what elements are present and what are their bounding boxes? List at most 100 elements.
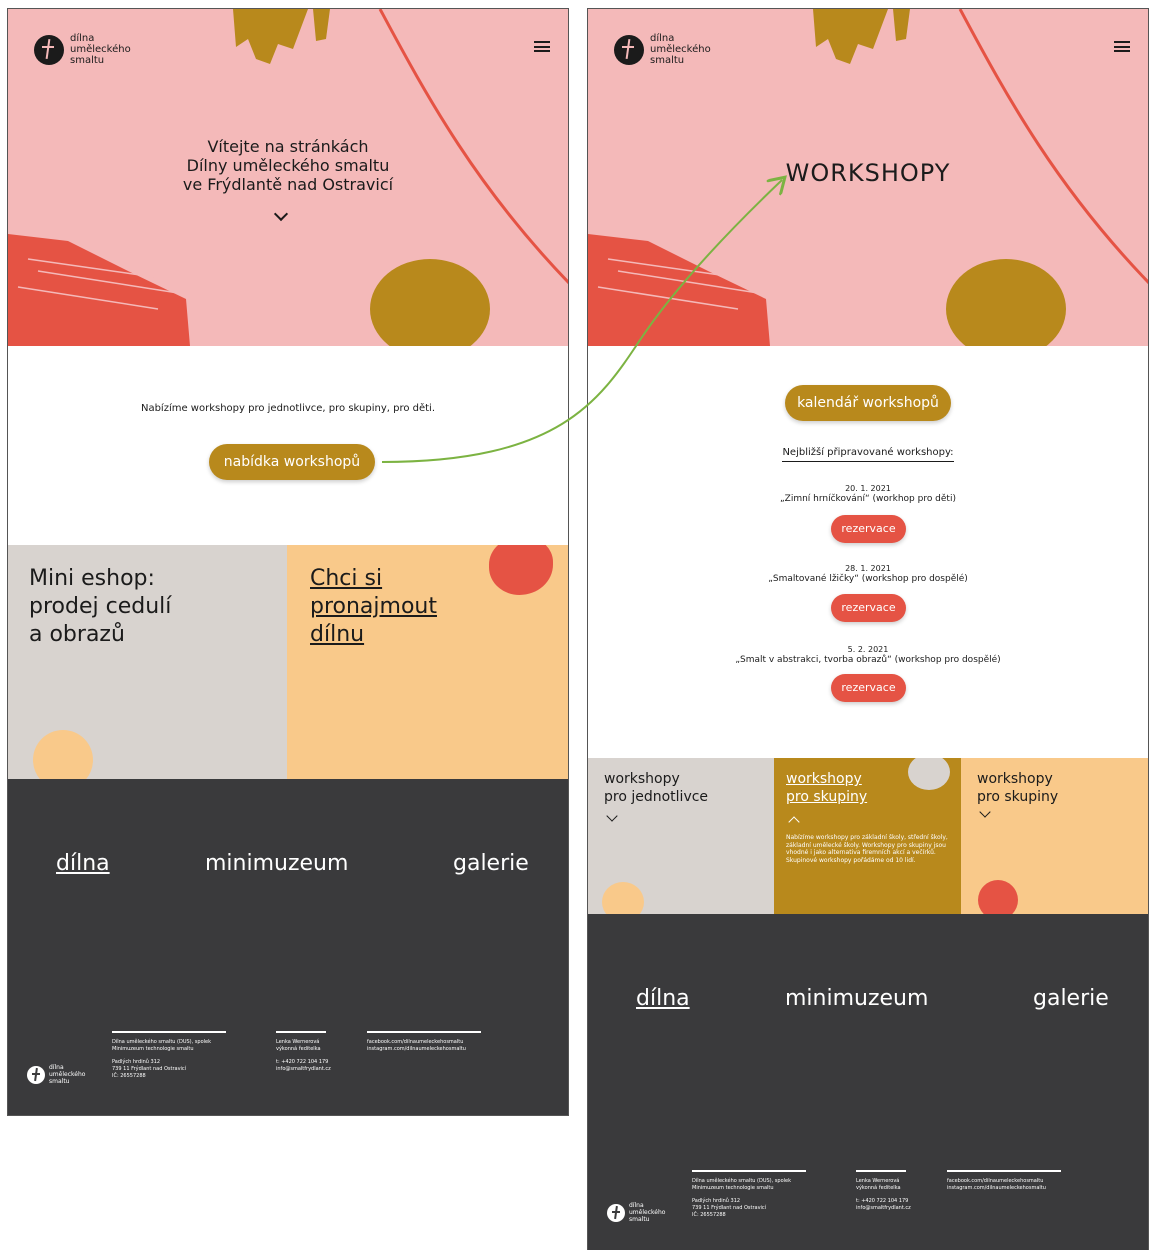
hero-title: Vítejte na stránkách Dílny uměleckého sm… bbox=[8, 137, 568, 194]
logo-icon bbox=[607, 1203, 625, 1222]
instagram-link[interactable]: instagram.com/dilnaumeleckehosmaltu bbox=[367, 1046, 481, 1053]
logo-line: uměleckého bbox=[650, 44, 711, 55]
tile-description: Nabízíme workshopy pro základní školy, s… bbox=[786, 834, 948, 864]
tile-title-line[interactable]: pronajmout bbox=[310, 593, 437, 621]
decor-blob bbox=[33, 730, 93, 779]
nav-link-galerie[interactable]: galerie bbox=[453, 851, 529, 876]
reservation-button[interactable]: rezervace bbox=[831, 594, 906, 622]
chevron-up-icon[interactable] bbox=[788, 816, 800, 828]
hero-title-line: Vítejte na stránkách bbox=[207, 137, 369, 156]
decor-blob bbox=[489, 545, 553, 595]
chevron-down-icon[interactable] bbox=[979, 806, 991, 818]
decor-blob bbox=[908, 758, 950, 790]
site-logo[interactable]: dílna uměleckého smaltu bbox=[614, 33, 711, 66]
tile-title-line: Mini eshop: bbox=[29, 566, 155, 591]
divider bbox=[947, 1170, 1061, 1172]
tile-title-line[interactable]: pro skupiny bbox=[786, 788, 867, 806]
logo-line: smaltu bbox=[650, 55, 685, 66]
logo-icon bbox=[614, 34, 644, 65]
workshop-item: 5. 2. 2021 „Smalt v abstrakci, tvorba ob… bbox=[588, 645, 1148, 665]
tile-mini-eshop[interactable]: Mini eshop: prodej cedulí a obrazů bbox=[8, 545, 287, 779]
decor-blob bbox=[602, 882, 644, 914]
reservation-button[interactable]: rezervace bbox=[831, 515, 906, 543]
footer-logo[interactable]: dílna uměleckého smaltu bbox=[27, 1064, 85, 1085]
tile-title-line[interactable]: workshopy bbox=[786, 770, 867, 788]
hero-title-line: Dílny uměleckého smaltu bbox=[186, 156, 390, 175]
footer-text: Dílna uměleckého smaltu (DUS), spolek bbox=[112, 1039, 212, 1045]
logo-line: dílna bbox=[650, 33, 675, 44]
reservation-button[interactable]: rezervace bbox=[831, 674, 906, 702]
hamburger-menu-icon[interactable] bbox=[534, 41, 550, 52]
workshop-date: 20. 1. 2021 bbox=[845, 484, 891, 493]
footer-phone[interactable]: t: +420 722 104 179 bbox=[856, 1198, 908, 1205]
footer-text: Lenka Wernerová bbox=[856, 1178, 900, 1184]
footer-column-social: facebook.com/dilnaumeleckehosmaltu insta… bbox=[947, 1170, 1061, 1192]
footer-text: 739 11 Frýdlant nad Ostravicí bbox=[692, 1205, 767, 1211]
logo-line: smaltu bbox=[49, 1078, 70, 1085]
workshop-date: 28. 1. 2021 bbox=[845, 564, 891, 573]
hero-title-line: ve Frýdlantě nad Ostravicí bbox=[182, 175, 394, 194]
upcoming-heading-text: Nejbližší připravované workshopy: bbox=[782, 447, 954, 462]
nav-link-galerie[interactable]: galerie bbox=[1033, 986, 1109, 1011]
workshops-screen: dílna uměleckého smaltu WORKSHOPY kalend… bbox=[587, 8, 1149, 1250]
logo-line: uměleckého bbox=[70, 44, 131, 55]
facebook-link[interactable]: facebook.com/dilnaumeleckehosmaltu bbox=[367, 1039, 481, 1046]
divider bbox=[856, 1170, 906, 1172]
logo-line: dílna bbox=[629, 1202, 644, 1209]
workshop-item: 28. 1. 2021 „Smaltované lžičky“ (worksho… bbox=[588, 564, 1148, 584]
instagram-link[interactable]: instagram.com/dilnaumeleckehosmaltu bbox=[947, 1185, 1061, 1192]
footer-text: 739 11 Frýdlant nad Ostravicí bbox=[112, 1066, 187, 1072]
footer-logo[interactable]: dílna uměleckého smaltu bbox=[607, 1202, 665, 1223]
hamburger-menu-icon[interactable] bbox=[1114, 41, 1130, 52]
site-logo[interactable]: dílna uměleckého smaltu bbox=[34, 33, 131, 66]
logo-icon bbox=[27, 1065, 45, 1084]
footer-section: dílna minimuzeum galerie dílna uměleckéh… bbox=[8, 779, 568, 1115]
offer-workshops-button[interactable]: nabídka workshopů bbox=[209, 444, 375, 480]
tile-workshops-groups-2[interactable]: workshopy pro skupiny bbox=[961, 758, 1148, 914]
footer-text: Minimuzeum technologie smaltu bbox=[112, 1046, 194, 1052]
workshop-name: „Zimní hrníčkování“ (workhop pro děti) bbox=[780, 494, 956, 504]
nav-link-dilna[interactable]: dílna bbox=[636, 986, 690, 1011]
tile-title-line: workshopy bbox=[977, 771, 1053, 787]
intro-text: Nabízíme workshopy pro jednotlivce, pro … bbox=[140, 403, 436, 414]
footer-text: Minimuzeum technologie smaltu bbox=[692, 1185, 774, 1191]
tile-title-line[interactable]: dílnu bbox=[310, 621, 437, 649]
footer-text: Dílna uměleckého smaltu (DUS), spolek bbox=[692, 1178, 792, 1184]
logo-line: dílna bbox=[70, 33, 95, 44]
logo-line: smaltu bbox=[70, 55, 105, 66]
tile-title-line: pro jednotlivce bbox=[604, 789, 709, 805]
facebook-link[interactable]: facebook.com/dilnaumeleckehosmaltu bbox=[947, 1178, 1061, 1185]
divider bbox=[692, 1170, 806, 1172]
tile-rent-workshop[interactable]: Chci si pronajmout dílnu bbox=[287, 545, 568, 779]
footer-text: IČ: 26557288 bbox=[692, 1212, 726, 1218]
footer-column-address: Dílna uměleckého smaltu (DUS), spolek Mi… bbox=[692, 1170, 806, 1219]
calendar-button[interactable]: kalendář workshopů bbox=[785, 385, 951, 421]
tile-title-line: workshopy bbox=[604, 771, 680, 787]
logo-line: uměleckého bbox=[49, 1071, 86, 1078]
nav-link-minimuzeum[interactable]: minimuzeum bbox=[205, 851, 348, 876]
hero-section: dílna uměleckého smaltu Vítejte na strán… bbox=[8, 9, 568, 346]
logo-icon bbox=[34, 34, 64, 65]
footer-column-address: Dílna uměleckého smaltu (DUS), spolek Mi… bbox=[112, 1031, 226, 1080]
nav-link-dilna[interactable]: dílna bbox=[56, 851, 110, 876]
footer-phone[interactable]: t: +420 722 104 179 bbox=[276, 1059, 328, 1066]
page-title: WORKSHOPY bbox=[785, 159, 951, 187]
footer-text: Padlých hrdinů 312 bbox=[112, 1059, 161, 1065]
hero-section: dílna uměleckého smaltu WORKSHOPY bbox=[588, 9, 1148, 346]
nav-link-minimuzeum[interactable]: minimuzeum bbox=[785, 986, 928, 1011]
tile-workshops-groups[interactable]: workshopy pro skupiny Nabízíme workshopy… bbox=[774, 758, 961, 914]
footer-email[interactable]: info@smaltfrydlant.cz bbox=[856, 1205, 911, 1212]
logo-line: uměleckého bbox=[629, 1209, 666, 1216]
tile-title-line: pro skupiny bbox=[977, 789, 1059, 805]
footer-column-social: facebook.com/dilnaumeleckehosmaltu insta… bbox=[367, 1031, 481, 1053]
divider bbox=[276, 1031, 326, 1033]
logo-line: dílna bbox=[49, 1064, 64, 1071]
divider bbox=[112, 1031, 226, 1033]
chevron-down-icon[interactable] bbox=[606, 810, 618, 822]
footer-email[interactable]: info@smaltfrydlant.cz bbox=[276, 1066, 331, 1073]
workshop-name: „Smaltované lžičky“ (workshop pro dospěl… bbox=[768, 574, 968, 584]
tile-workshops-individual[interactable]: workshopy pro jednotlivce bbox=[588, 758, 774, 914]
logo-line: smaltu bbox=[629, 1216, 650, 1223]
tile-title-line[interactable]: Chci si bbox=[310, 565, 437, 593]
footer-section: dílna minimuzeum galerie dílna uměleckéh… bbox=[588, 914, 1148, 1250]
